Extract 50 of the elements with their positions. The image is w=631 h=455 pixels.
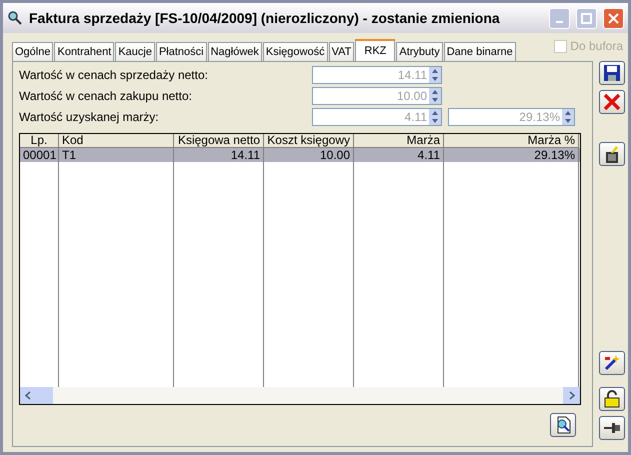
bin-button[interactable] — [599, 142, 625, 166]
spin-up-icon[interactable] — [429, 88, 441, 96]
table-cell: 00001 — [20, 148, 59, 162]
magnifier-icon — [7, 10, 23, 26]
lock-button[interactable] — [599, 387, 625, 411]
table-cell: 14.11 — [174, 148, 264, 162]
pin-button[interactable] — [599, 416, 625, 440]
cancel-button[interactable] — [599, 90, 625, 114]
field-label: Wartość w cenach sprzedaży netto: — [19, 67, 209, 84]
tab[interactable]: Ogólne — [12, 42, 54, 61]
spin-up-icon[interactable] — [562, 109, 574, 117]
padlock-icon — [604, 390, 620, 408]
tab[interactable]: Nagłówek — [208, 42, 262, 61]
window-title: Faktura sprzedaży [FS-10/04/2009] (nierozliczony) - zostanie zmieniona — [29, 8, 501, 28]
tab[interactable]: RKZ — [355, 39, 396, 61]
field-label: Wartość uzyskanej marży: — [19, 109, 160, 126]
table-cell: T1 — [59, 148, 174, 162]
close-icon — [603, 93, 621, 111]
tab[interactable]: Dane binarne — [444, 42, 516, 61]
spin-up-icon[interactable] — [429, 67, 441, 75]
field-label: Wartość w cenach zakupu netto: — [19, 88, 193, 105]
spin-down-icon[interactable] — [429, 117, 441, 125]
minimize-icon — [556, 21, 563, 23]
tab[interactable]: VAT — [328, 42, 354, 61]
spin-up-icon[interactable] — [429, 109, 441, 117]
table-cell: 29.13% — [444, 148, 579, 162]
preview-button[interactable] — [550, 413, 576, 437]
spin-down-icon[interactable] — [429, 75, 441, 83]
scroll-thumb[interactable] — [37, 387, 53, 404]
wand-icon — [603, 354, 621, 372]
save-button[interactable] — [599, 61, 625, 85]
scroll-left-icon[interactable] — [20, 387, 37, 404]
tab[interactable]: Atrybuty — [396, 42, 443, 61]
tab[interactable]: Płatności — [156, 42, 207, 61]
horizontal-scrollbar[interactable] — [20, 387, 580, 404]
close-button[interactable] — [603, 8, 624, 28]
tab[interactable]: Księgowość — [262, 42, 328, 61]
maximize-icon — [581, 12, 592, 24]
spin-down-icon[interactable] — [429, 96, 441, 104]
scroll-right-icon[interactable] — [563, 387, 580, 404]
table-cell: 10.00 — [264, 148, 354, 162]
close-icon — [608, 12, 619, 24]
tab[interactable]: Kaucje — [115, 42, 155, 61]
bin-icon — [603, 144, 621, 164]
wand-button[interactable] — [599, 351, 625, 375]
table-cell: 4.11 — [354, 148, 444, 162]
table-row[interactable]: 00001 T1 14.11 10.00 4.11 29.13% — [20, 148, 580, 162]
pin-icon — [603, 421, 621, 435]
tab[interactable]: Kontrahent — [54, 42, 114, 61]
spin-down-icon[interactable] — [562, 117, 574, 125]
